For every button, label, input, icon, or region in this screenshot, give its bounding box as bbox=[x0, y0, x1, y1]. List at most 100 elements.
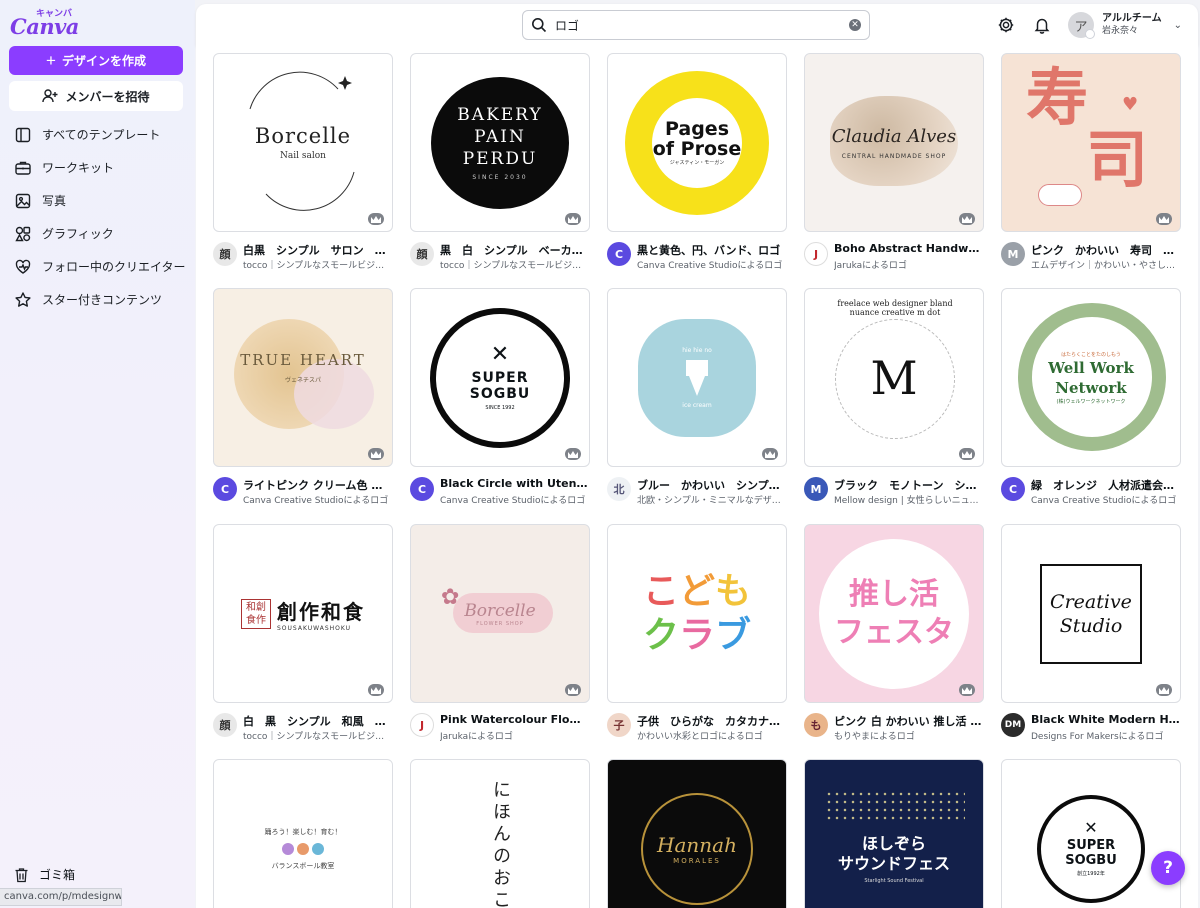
template-meta: M ピンク かわいい 寿司 日… エムデザイン｜かわいい・やさし… bbox=[1001, 240, 1181, 280]
gear-icon[interactable] bbox=[997, 16, 1015, 34]
sidebar-item-workkit[interactable]: ワークキット bbox=[0, 151, 195, 184]
sidebar-item-photos[interactable]: 写真 bbox=[0, 184, 195, 217]
template-thumbnail[interactable]: Pages of Prose ジャスティン・モーガン bbox=[607, 53, 787, 232]
sidebar-item-all-templates[interactable]: すべてのテンプレート bbox=[0, 118, 195, 151]
clear-search-icon[interactable]: ✕ bbox=[849, 19, 861, 31]
template-card[interactable]: 踊ろう！楽しむ！育む！ バランスボール教室 bbox=[213, 759, 393, 908]
black-ring: ✕ SUPER SOGBU SINCE 1992 bbox=[430, 307, 570, 448]
white-scallop: 推し活 フェスタ bbox=[819, 538, 969, 689]
logo-subtext: Starlight Sound Festival bbox=[864, 877, 924, 884]
template-thumbnail[interactable]: Borcelle Nail salon bbox=[213, 53, 393, 232]
template-card[interactable]: ✕ SUPER SOGBU 創立1992年 bbox=[1001, 759, 1181, 908]
account-text: アルルチーム 岩永奈々 bbox=[1102, 13, 1162, 37]
template-meta: C Black Circle with Utensils R… Canva Cr… bbox=[410, 475, 590, 515]
crown-icon bbox=[565, 213, 581, 225]
creator-name[interactable]: tocco｜シンプルなスモールビジネ… bbox=[440, 258, 590, 271]
template-thumbnail[interactable]: freelace web designer bland nuance creat… bbox=[804, 288, 984, 467]
template-thumbnail[interactable]: 踊ろう！楽しむ！育む！ バランスボール教室 bbox=[213, 759, 393, 908]
template-card[interactable]: hie hie no ice cream 北 ブルー かわいい シンプル… 北欧… bbox=[607, 288, 787, 515]
template-card[interactable]: Borcelle Nail salon 顔 白黒 シンプル サロン ロゴ toc… bbox=[213, 53, 393, 280]
sidebar-item-label: スター付きコンテンツ bbox=[42, 293, 163, 307]
creator-name[interactable]: tocco｜シンプルなスモールビジネ… bbox=[243, 258, 393, 271]
creator-name[interactable]: Mellow design | 女性らしいニュア… bbox=[834, 493, 984, 506]
template-meta: J Pink Watercolour Flower Sh… Jarukaによるロ… bbox=[410, 711, 590, 751]
creator-name[interactable]: 北欧・シンプル・ミニマルなデザ… bbox=[637, 493, 787, 506]
canva-logo[interactable]: キャンバ Canva bbox=[10, 6, 80, 40]
template-thumbnail[interactable]: Hannah MORALES bbox=[607, 759, 787, 908]
template-card[interactable]: 和創食作 創作和食 SOUSAKUWASHOKU 顔 白 黒 シンプル 和風 飲… bbox=[213, 524, 393, 751]
template-thumbnail[interactable]: はたらくことをたのしもう Well Work Network (株)ウェルワーク… bbox=[1001, 288, 1181, 467]
template-card[interactable]: ほしぞら サウンドフェス Starlight Sound Festival bbox=[804, 759, 984, 908]
logo-subtext: SOUSAKUWASHOKU bbox=[277, 624, 352, 632]
template-card[interactable]: Pages of Prose ジャスティン・モーガン C 黒と黄色、円、バンド、… bbox=[607, 53, 787, 280]
logo-line: SUPER bbox=[1066, 838, 1116, 853]
status-url: canva.com/p/mdesignworks/ bbox=[0, 888, 122, 906]
creator-name[interactable]: Jarukaによるロゴ bbox=[834, 258, 984, 271]
template-card[interactable]: はたらくことをたのしもう Well Work Network (株)ウェルワーク… bbox=[1001, 288, 1181, 515]
template-card[interactable]: Creative Studio DM Black White Modern Ha… bbox=[1001, 524, 1181, 751]
sidebar-item-following-creators[interactable]: フォロー中のクリエイター bbox=[0, 250, 195, 283]
creator-name[interactable]: Canva Creative Studioによるロゴ bbox=[243, 493, 393, 506]
template-title: ブラック モノトーン シン… bbox=[834, 479, 984, 492]
template-card[interactable]: Claudia Alves CENTRAL HANDMADE SHOP J Bo… bbox=[804, 53, 984, 280]
template-card[interactable]: ✕ SUPER SOGBU SINCE 1992 C Black Circle … bbox=[410, 288, 590, 515]
template-thumbnail[interactable]: にほんのおこ bbox=[410, 759, 590, 908]
creator-name[interactable]: Canva Creative Studioによるロゴ bbox=[1031, 493, 1181, 506]
create-design-button[interactable]: + デザインを作成 bbox=[9, 46, 183, 75]
search-box[interactable]: ✕ bbox=[522, 10, 870, 40]
template-thumbnail[interactable]: ほしぞら サウンドフェス Starlight Sound Festival bbox=[804, 759, 984, 908]
creator-name[interactable]: Canva Creative Studioによるロゴ bbox=[440, 493, 590, 506]
logo-text: Claudia Alves bbox=[831, 125, 957, 147]
template-thumbnail[interactable]: hie hie no ice cream bbox=[607, 288, 787, 467]
template-card[interactable]: Hannah MORALES bbox=[607, 759, 787, 908]
creator-name[interactable]: Jarukaによるロゴ bbox=[440, 729, 590, 742]
template-thumbnail[interactable]: ✕ SUPER SOGBU 創立1992年 bbox=[1001, 759, 1181, 908]
invite-members-button[interactable]: メンバーを招待 bbox=[9, 81, 183, 111]
template-card[interactable]: こども クラブ 子 子供 ひらがな カタカナ … かわいい水彩とロゴによるロゴ bbox=[607, 524, 787, 751]
creator-avatar: 顔 bbox=[213, 713, 237, 737]
sidebar-item-graphics[interactable]: グラフィック bbox=[0, 217, 195, 250]
template-card[interactable]: TRUE HEART ヴェネチスパ C ライトピンク クリーム色 黄… Canv… bbox=[213, 288, 393, 515]
creator-name[interactable]: Canva Creative Studioによるロゴ bbox=[637, 258, 787, 271]
logo-line: フェスタ bbox=[834, 614, 954, 650]
template-thumbnail[interactable]: ✿ Borcelle FLOWER SHOP bbox=[410, 524, 590, 703]
utensils-icon: ✕ bbox=[490, 342, 510, 367]
template-title: ピンク かわいい 寿司 日… bbox=[1031, 244, 1181, 257]
logo-subtext: MORALES bbox=[673, 856, 721, 865]
template-meta: 顔 白黒 シンプル サロン ロゴ tocco｜シンプルなスモールビジネ… bbox=[213, 240, 393, 280]
template-card[interactable]: BAKERY PAIN PERDU SINCE 2030 顔 黒 白 シンプル … bbox=[410, 53, 590, 280]
creator-name[interactable]: tocco｜シンプルなスモールビジネ… bbox=[243, 729, 393, 742]
sidebar-item-trash[interactable]: ゴミ箱 bbox=[14, 866, 75, 883]
template-thumbnail[interactable]: こども クラブ bbox=[607, 524, 787, 703]
template-meta: 北 ブルー かわいい シンプル… 北欧・シンプル・ミニマルなデザ… bbox=[607, 475, 787, 515]
creator-name[interactable]: エムデザイン｜かわいい・やさし… bbox=[1031, 258, 1181, 271]
creator-name[interactable]: Designs For Makersによるロゴ bbox=[1031, 729, 1181, 742]
template-thumbnail[interactable]: TRUE HEART ヴェネチスパ bbox=[213, 288, 393, 467]
template-card[interactable]: 推し活 フェスタ も ピンク 白 かわいい 推し活 ロゴ もりやまによるロゴ bbox=[804, 524, 984, 751]
logo-line: ほしぞら bbox=[861, 833, 926, 853]
template-thumbnail[interactable]: BAKERY PAIN PERDU SINCE 2030 bbox=[410, 53, 590, 232]
template-thumbnail[interactable]: 寿 司 ♥ bbox=[1001, 53, 1181, 232]
template-card[interactable]: freelace web designer bland nuance creat… bbox=[804, 288, 984, 515]
team-badge-icon bbox=[1085, 29, 1095, 39]
help-button[interactable]: ? bbox=[1151, 851, 1185, 885]
briefcase-icon bbox=[15, 161, 31, 175]
sidebar-nav: すべてのテンプレート ワークキット 写真 グラフィック フォロー中のクリエイター… bbox=[0, 118, 195, 316]
bell-icon[interactable] bbox=[1033, 16, 1051, 34]
creator-name[interactable]: もりやまによるロゴ bbox=[834, 729, 984, 742]
crown-icon bbox=[1156, 213, 1172, 225]
template-thumbnail[interactable]: 推し活 フェスタ bbox=[804, 524, 984, 703]
logo-line: サウンドフェス bbox=[837, 853, 950, 873]
account-menu[interactable]: ア アルルチーム 岩永奈々 ⌄ bbox=[1068, 12, 1182, 39]
template-thumbnail[interactable]: ✕ SUPER SOGBU SINCE 1992 bbox=[410, 288, 590, 467]
search-input[interactable] bbox=[555, 18, 841, 32]
creator-name[interactable]: かわいい水彩とロゴによるロゴ bbox=[637, 729, 787, 742]
template-thumbnail[interactable]: Claudia Alves CENTRAL HANDMADE SHOP bbox=[804, 53, 984, 232]
template-card[interactable]: ✿ Borcelle FLOWER SHOP J Pink Watercolou… bbox=[410, 524, 590, 751]
sidebar-item-starred[interactable]: スター付きコンテンツ bbox=[0, 283, 195, 316]
template-card[interactable]: にほんのおこ bbox=[410, 759, 590, 908]
template-card[interactable]: 寿 司 ♥ M ピンク かわいい 寿司 日… エムデザイン｜かわいい・やさし… bbox=[1001, 53, 1181, 280]
template-thumbnail[interactable]: 和創食作 創作和食 SOUSAKUWASHOKU bbox=[213, 524, 393, 703]
template-thumbnail[interactable]: Creative Studio bbox=[1001, 524, 1181, 703]
trash-icon bbox=[15, 867, 28, 882]
